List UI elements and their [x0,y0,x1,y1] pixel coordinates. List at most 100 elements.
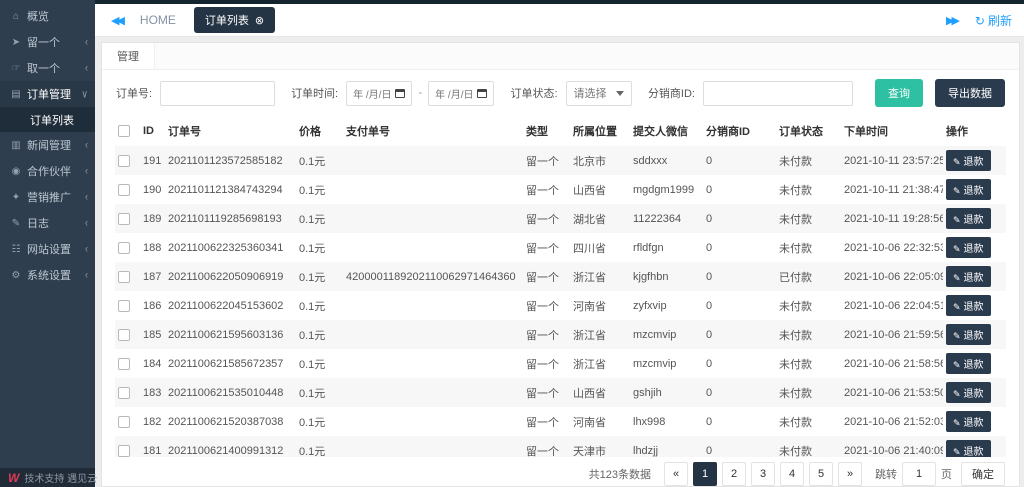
cell-status: 未付款 [776,175,841,204]
cell-pay-no [343,436,523,457]
sidebar-item-news-mgmt[interactable]: ▥ 新闻管理 ‹ [0,132,95,158]
cell-order-no: 2021100621535010448 [165,378,296,407]
cell-status: 未付款 [776,320,841,349]
refund-button[interactable]: ✎退款 [946,353,991,374]
column-header: 订单号 [165,116,296,146]
sidebar-item-order-mgmt[interactable]: ▤ 订单管理 ∨ [0,81,95,107]
row-checkbox[interactable] [118,358,130,370]
distributor-id-input[interactable] [703,81,853,106]
tab-home[interactable]: HOME [140,13,176,27]
row-checkbox[interactable] [118,387,130,399]
order-no-input[interactable] [160,81,275,106]
chevron-icon: ‹ [85,217,88,229]
cell-status: 未付款 [776,233,841,262]
sidebar-item-keep-one[interactable]: ➤ 留一个 ‹ [0,29,95,55]
cell-wechat: kjgfhbn [630,262,703,291]
row-checkbox[interactable] [118,271,130,283]
close-tab-icon[interactable]: ⊗ [255,14,264,27]
content-area: 管理 订单号: 订单时间: 年 /月/日 - 年 /月/日 订单状态: [95,37,1024,487]
cell-price: 0.1元 [296,291,343,320]
jump-page-input[interactable] [902,462,936,486]
sidebar-item-logs[interactable]: ✎ 日志 ‹ [0,210,95,236]
refund-button[interactable]: ✎退款 [946,382,991,403]
calendar-icon[interactable] [477,89,487,98]
page-number-button[interactable]: 1 [693,462,717,486]
sidebar-item-marketing[interactable]: ✦ 营销推广 ‹ [0,184,95,210]
export-data-button[interactable]: 导出数据 [935,79,1005,107]
refresh-button[interactable]: ↻刷新 [975,12,1012,29]
refund-button[interactable]: ✎退款 [946,150,991,171]
row-checkbox[interactable] [118,416,130,428]
total-count: 共123条数据 [589,466,651,482]
chevron-icon: ‹ [85,269,88,281]
cell-wechat: rfldfgn [630,233,703,262]
tab-order-list[interactable]: 订单列表 ⊗ [194,7,275,33]
confirm-jump-button[interactable]: 确定 [961,462,1005,486]
order-status-select[interactable]: 请选择 [566,81,632,106]
refund-button[interactable]: ✎退款 [946,324,991,345]
cell-type: 留一个 [523,233,570,262]
row-checkbox[interactable] [118,242,130,254]
sidebar-item-partners[interactable]: ◉ 合作伙伴 ‹ [0,158,95,184]
refund-button[interactable]: ✎退款 [946,237,991,258]
refund-button[interactable]: ✎退款 [946,179,991,200]
sidebar-subitem-order-list[interactable]: 订单列表 [0,107,95,132]
column-header: 提交人微信 [630,116,703,146]
tab-bar: ◀◀ HOME 订单列表 ⊗ ▶▶ ↻刷新 [95,4,1024,37]
distributor-id-label: 分销商ID: [648,85,695,101]
cell-distributor-id: 0 [703,146,776,175]
sitemap-icon: ☷ [9,244,23,255]
refund-button[interactable]: ✎退款 [946,411,991,432]
row-checkbox[interactable] [118,445,130,457]
filter-bar: 订单号: 订单时间: 年 /月/日 - 年 /月/日 订单状态: 请选择 [102,70,1019,116]
sidebar-item-take-one[interactable]: ☞ 取一个 ‹ [0,55,95,81]
refund-button[interactable]: ✎退款 [946,208,991,229]
edit-icon: ✎ [953,447,961,457]
page-number-button[interactable]: 5 [809,462,833,486]
cell-order-no: 2021101123572585182 [165,146,296,175]
cell-status: 未付款 [776,436,841,457]
edit-icon: ✎ [953,215,961,225]
sidebar-item-label: 营销推广 [27,189,85,205]
search-button[interactable]: 查询 [875,79,923,107]
prev-page-button[interactable]: « [664,462,688,486]
row-checkbox[interactable] [118,213,130,225]
start-date-placeholder: 年 /月/日 [353,86,391,101]
row-checkbox[interactable] [118,329,130,341]
cell-distributor-id: 0 [703,378,776,407]
row-checkbox[interactable] [118,300,130,312]
app-window: ⌂ 概览 ➤ 留一个 ‹ ☞ 取一个 ‹ ▤ 订单管理 ∨ 订单列表 ▥ 新闻管… [0,0,1024,487]
megaphone-icon: ✦ [9,192,23,203]
sidebar-footer: W 技术支持 遇见云 [0,468,95,487]
start-date-input[interactable]: 年 /月/日 [346,81,412,106]
refund-button[interactable]: ✎退款 [946,266,991,287]
page-number-button[interactable]: 4 [780,462,804,486]
sidebar-item-system-settings[interactable]: ⚙ 系统设置 ‹ [0,262,95,288]
sidebar-item-site-settings[interactable]: ☷ 网站设置 ‹ [0,236,95,262]
page-number-button[interactable]: 3 [751,462,775,486]
column-header: 订单状态 [776,116,841,146]
cell-order-no: 2021100621595603136 [165,320,296,349]
row-checkbox[interactable] [118,155,130,167]
scroll-tabs-right-icon[interactable]: ▶▶ [942,14,961,27]
chevron-icon: ‹ [85,62,88,74]
tab-manage[interactable]: 管理 [102,43,155,69]
scroll-tabs-left-icon[interactable]: ◀◀ [107,14,126,27]
select-all-checkbox[interactable] [118,125,130,137]
end-date-input[interactable]: 年 /月/日 [428,81,494,106]
page-number-button[interactable]: 2 [722,462,746,486]
sidebar-item-overview[interactable]: ⌂ 概览 [0,3,95,29]
column-header: 支付单号 [343,116,523,146]
log-icon: ✎ [9,218,23,229]
next-page-button[interactable]: » [838,462,862,486]
table-header-row: ID订单号价格支付单号类型所属位置提交人微信分销商ID订单状态下单时间操作 [115,116,1006,146]
cell-time: 2021-10-11 21:38:47 [841,175,943,204]
table-row: 191 2021101123572585182 0.1元 留一个 北京市 sdd… [115,146,1006,175]
refund-button[interactable]: ✎退款 [946,440,991,457]
refund-button[interactable]: ✎退款 [946,295,991,316]
gear-icon: ⚙ [9,270,23,281]
chevron-icon: ‹ [85,36,88,48]
calendar-icon[interactable] [395,89,405,98]
sidebar-item-label: 合作伙伴 [27,163,85,179]
row-checkbox[interactable] [118,184,130,196]
